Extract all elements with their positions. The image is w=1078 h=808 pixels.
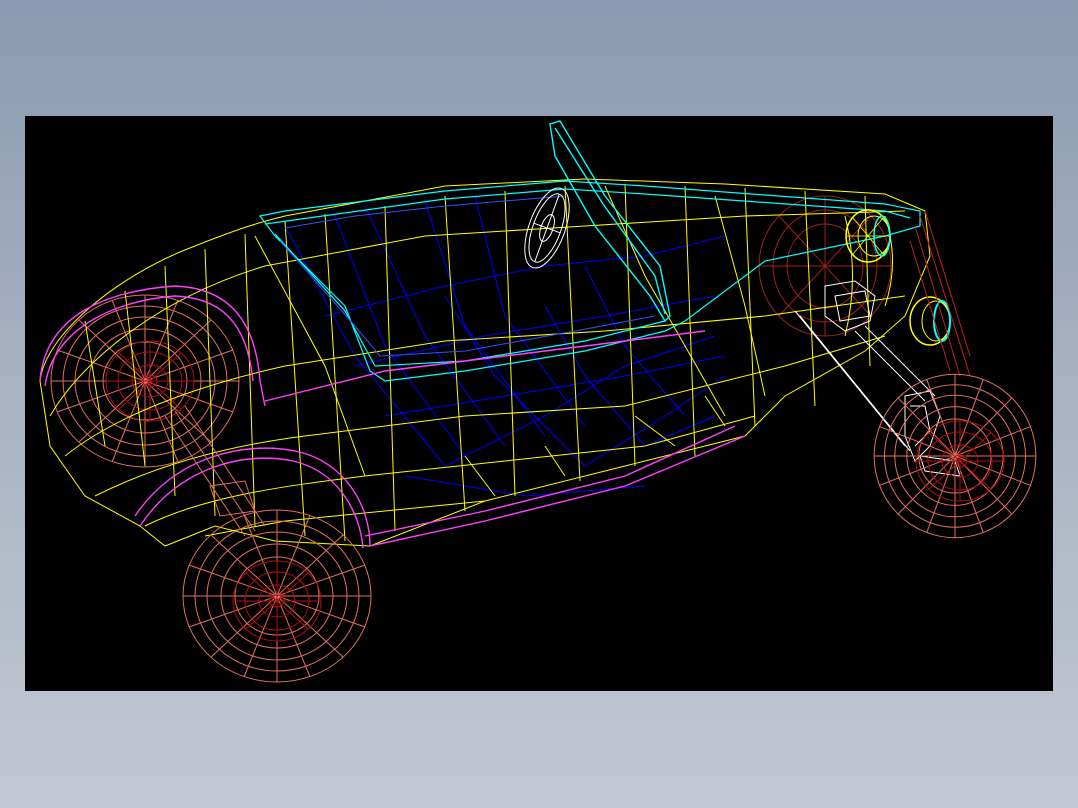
rear-hub-upper [105,340,195,422]
page-background [0,0,1078,808]
rear-hub-lower [232,560,322,642]
cad-viewport[interactable] [25,116,1053,691]
cockpit-rim [260,181,920,381]
front-grille [910,211,970,376]
rear-axle [165,406,265,536]
fender-trim [40,286,745,548]
headlight-upper [846,210,890,262]
front-hub-lower [915,420,1005,502]
floor-frame [285,196,725,496]
wireframe-drawing [25,116,1037,683]
